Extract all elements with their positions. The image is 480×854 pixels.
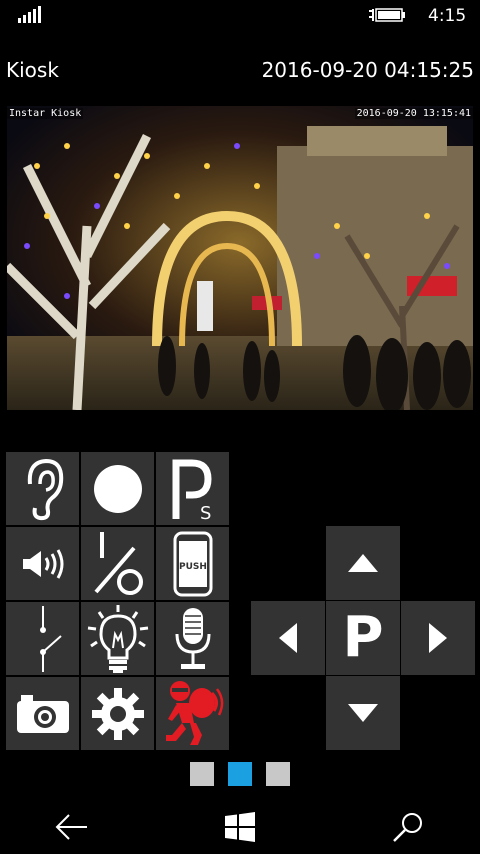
triangle-up-icon [348,554,378,572]
camera-osd-time: 2016-09-20 13:15:41 [354,108,473,119]
burglar-icon [165,680,223,745]
ptz-center-label: P [342,605,384,670]
battery-charging-icon [369,8,405,22]
triangle-left-icon [279,623,297,653]
alarm-burglar-button[interactable] [156,677,229,750]
datetime-label: 2016-09-20 04:15:25 [261,58,474,82]
phone-push-icon: PUSH [173,531,212,596]
ptz-down-button[interactable] [326,676,400,750]
ptz-up-button[interactable] [326,526,400,600]
control-grid: S PUSH [6,452,230,752]
page-dot-2-active[interactable] [228,762,252,786]
audio-listen-button[interactable] [6,452,79,525]
parking-position-button[interactable]: S [156,452,229,525]
search-button[interactable] [388,810,428,844]
page-indicator [0,762,480,786]
back-arrow-icon [55,814,87,840]
microphone-button[interactable] [156,602,229,675]
record-button[interactable] [81,452,154,525]
night-light-button[interactable] [81,602,154,675]
svg-text:S: S [200,503,211,521]
ptz-right-button[interactable] [401,601,475,675]
page-dot-1[interactable] [190,762,214,786]
back-button[interactable] [52,810,92,844]
push-notification-button[interactable]: PUSH [156,527,229,600]
system-nav-bar [0,800,480,854]
triangle-down-icon [348,704,378,722]
ptz-center-button[interactable]: P [326,601,400,675]
record-circle-icon [93,464,142,513]
speaker-button[interactable] [6,527,79,600]
io-toggle-button[interactable] [81,527,154,600]
bulb-icon [87,604,148,673]
microphone-icon [175,607,210,669]
page-title: Kiosk [6,58,59,82]
camera-icon [16,694,69,733]
snapshot-button[interactable] [6,677,79,750]
signal-bars-icon [18,6,41,23]
parking-s-icon: S [172,459,212,521]
search-icon [393,813,422,842]
settings-button[interactable] [81,677,154,750]
camera-image [7,106,473,410]
switch-icon [39,605,62,672]
triangle-right-icon [429,623,447,653]
ear-icon [27,458,63,520]
status-bar: 4:15 [0,0,480,32]
ptz-left-button[interactable] [251,601,325,675]
alarm-switch-button[interactable] [6,602,79,675]
speaker-icon [22,548,63,579]
clock: 4:15 [428,6,467,26]
slash-io-icon [93,531,143,595]
page-dot-3[interactable] [266,762,290,786]
camera-view[interactable]: Instar Kiosk 2016-09-20 13:15:41 [7,106,473,410]
svg-text:PUSH: PUSH [179,562,207,572]
windows-logo-icon [225,812,255,842]
start-button[interactable] [220,810,260,844]
camera-osd-name: Instar Kiosk [7,108,84,119]
gear-icon [91,687,144,740]
